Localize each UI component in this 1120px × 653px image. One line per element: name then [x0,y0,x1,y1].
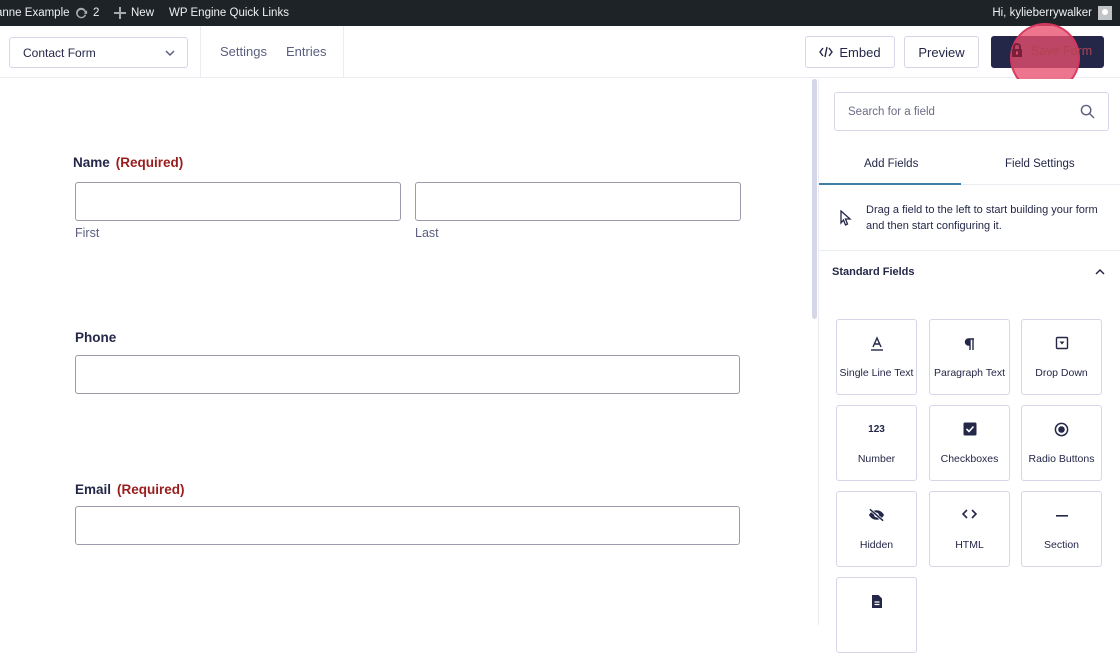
field-tile-checkboxes[interactable]: Checkboxes [929,405,1010,481]
field-tile-number[interactable]: 123 Number [836,405,917,481]
section-line-icon [1055,515,1068,517]
field-search [834,92,1109,131]
email-input[interactable] [75,506,740,545]
user-account-menu[interactable]: Hi, kylieberrywalker [992,0,1112,26]
admin-bar: anne Example 2 New WP Engine Quick Links… [0,0,1120,26]
field-tile-label: Section [1043,539,1080,551]
required-indicator: (Required) [115,155,184,170]
email-label-text: Email [75,482,112,497]
field-tile-label: Radio Buttons [1028,453,1095,465]
embed-label: Embed [839,44,881,60]
single-line-text-icon [870,336,883,351]
document-icon [871,595,882,608]
quick-links-menu[interactable]: WP Engine Quick Links [169,0,289,26]
drag-hint: Drag a field to the left to start buildi… [819,186,1120,251]
field-search-input[interactable] [835,93,1065,130]
sidebar-tabs: Add Fields Field Settings [819,147,1120,185]
active-tab-indicator [819,183,961,185]
field-tile-label: Drop Down [1035,367,1088,379]
eye-slash-icon [868,508,885,522]
field-tile-label: Paragraph Text [933,367,1006,379]
checkbox-icon [963,422,976,436]
field-tile-hidden[interactable]: Hidden [836,491,917,567]
first-sublabel: First [75,226,100,240]
radio-icon [1054,422,1069,437]
preview-label: Preview [918,44,965,60]
paragraph-icon [964,338,974,350]
toolbar-divider [200,26,201,78]
required-indicator: (Required) [117,482,185,497]
site-name: anne Example [0,7,70,19]
field-tile-single-line-text[interactable]: Single Line Text [836,319,917,395]
code-icon [962,509,977,519]
field-tile-radio-buttons[interactable]: Radio Buttons [1021,405,1102,481]
phone-field-label: Phone [75,330,117,345]
new-content-link[interactable]: New [114,0,154,26]
field-tile-section[interactable]: Section [1021,491,1102,567]
settings-link[interactable]: Settings [220,44,267,59]
field-tile-page[interactable] [836,577,917,653]
entries-link[interactable]: Entries [286,44,326,59]
field-tile-label: Checkboxes [940,453,999,465]
avatar [1098,6,1112,20]
chevron-up-icon[interactable] [1094,267,1106,277]
dropdown-icon [1055,336,1068,350]
form-switcher-dropdown[interactable]: Contact Form [9,37,188,68]
name-label-text: Name [73,155,110,170]
code-icon [819,46,834,58]
plus-icon [114,7,126,19]
site-name-link[interactable]: anne Example [0,0,70,26]
chevron-down-icon [165,50,175,57]
lock-icon [1012,43,1022,57]
last-sublabel: Last [415,226,439,240]
updates-count: 2 [93,7,100,19]
tab-field-settings[interactable]: Field Settings [1005,158,1075,170]
field-tile-drop-down[interactable]: Drop Down [1021,319,1102,395]
preview-button[interactable]: Preview [904,36,979,68]
form-canvas: Name (Required) First Last Phone Email (Re… [0,79,812,625]
field-sidebar: Add Fields Field Settings Drag a field t… [818,79,1120,653]
field-tile-label: Number [857,453,896,465]
phone-input[interactable] [75,355,740,394]
last-name-input[interactable] [415,182,741,221]
field-tile-html[interactable]: HTML [929,491,1010,567]
embed-button[interactable]: Embed [805,36,895,68]
form-switcher-value: Contact Form [23,45,96,60]
save-form-label: Save Form [1031,44,1093,58]
updates-link[interactable]: 2 [74,0,99,26]
new-label: New [131,7,155,19]
quick-links-label: WP Engine Quick Links [169,7,289,19]
pointer-icon [840,210,852,226]
refresh-icon [76,7,88,19]
first-name-input[interactable] [75,182,401,221]
field-tile-paragraph-text[interactable]: Paragraph Text [929,319,1010,395]
number-icon: 123 [868,424,885,435]
tab-add-fields[interactable]: Add Fields [864,158,918,170]
field-tile-label: Single Line Text [839,367,914,379]
email-field-label: Email (Required) [75,482,185,497]
form-editor-toolbar: Contact Form Settings Entries Embed Prev… [0,26,1120,78]
user-greeting: Hi, kylieberrywalker [992,7,1092,19]
name-field-label: Name (Required) [73,155,183,170]
search-icon[interactable] [1080,104,1095,119]
standard-fields-title[interactable]: Standard Fields [832,266,915,278]
toolbar-divider [343,26,344,78]
canvas-scrollbar[interactable] [812,79,817,319]
field-tile-label: Hidden [859,539,894,551]
drag-hint-text: Drag a field to the left to start buildi… [866,204,1098,232]
field-tile-label: HTML [955,539,984,551]
